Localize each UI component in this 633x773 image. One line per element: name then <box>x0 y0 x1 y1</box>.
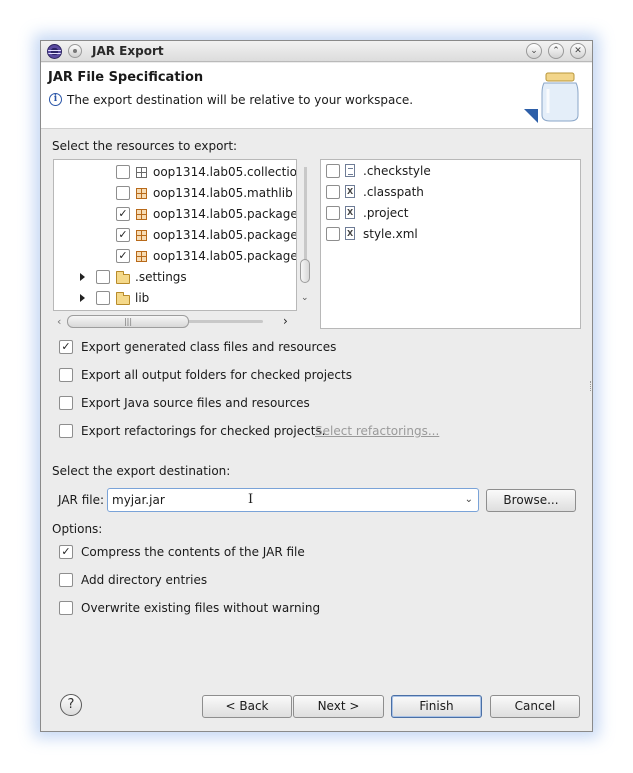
overwrite-label: Overwrite existing files without warning <box>81 601 321 615</box>
folder-icon <box>116 271 130 284</box>
maximize-button[interactable]: ⌃ <box>548 43 564 59</box>
package-icon <box>136 251 147 262</box>
eclipse-icon <box>47 44 62 59</box>
file-list-item[interactable]: .project <box>321 203 577 224</box>
tree-vertical-scroll-thumb[interactable] <box>300 259 310 283</box>
tree-item-label: oop1314.lab05.packages <box>153 228 297 242</box>
package-icon <box>136 167 147 178</box>
tree-item-checkbox[interactable]: ✓ <box>116 207 130 221</box>
tree-item[interactable]: lib <box>54 288 294 309</box>
wizard-header: JAR File Specification i The export dest… <box>41 63 592 129</box>
scroll-right-arrow-icon[interactable]: › <box>283 314 288 328</box>
tree-item[interactable]: oop1314.lab05.mathlib <box>54 183 294 204</box>
tree-item-checkbox[interactable] <box>96 291 110 305</box>
expand-arrow-icon[interactable] <box>80 273 85 281</box>
tree-item[interactable]: ✓ oop1314.lab05.packages <box>54 225 297 246</box>
tree-horizontal-scroll-thumb[interactable]: ||| <box>67 315 189 328</box>
file-label: .project <box>363 206 409 220</box>
next-button[interactable]: Next > <box>293 695 384 718</box>
text-cursor-icon: I <box>248 492 254 507</box>
tree-item[interactable]: ✓ oop1314.lab05.packages <box>54 204 297 225</box>
file-label: style.xml <box>363 227 418 241</box>
jar-banner-icon <box>524 72 579 123</box>
package-icon <box>136 230 147 241</box>
page-title: JAR File Specification <box>48 70 204 85</box>
tree-item-checkbox[interactable]: ✓ <box>116 249 130 263</box>
export-refactorings-checkbox[interactable] <box>59 424 73 438</box>
export-refactorings-label: Export refactorings for checked projects… <box>81 424 326 438</box>
package-icon <box>136 209 147 220</box>
back-button[interactable]: < Back <box>202 695 292 718</box>
file-checkbox[interactable] <box>326 185 340 199</box>
jar-export-dialog: JAR Export ⌄ ⌃ ✕ JAR File Specification … <box>40 40 593 732</box>
export-class-files-checkbox[interactable]: ✓ <box>59 340 73 354</box>
folder-icon <box>116 292 130 305</box>
export-class-files-label: Export generated class files and resourc… <box>81 340 337 354</box>
resource-file-list[interactable]: .checkstyle .classpath .project style.xm… <box>320 159 581 329</box>
directory-entries-label: Add directory entries <box>81 573 208 587</box>
jar-file-label: JAR file: <box>58 493 105 507</box>
scroll-left-arrow-icon[interactable]: ‹ <box>57 315 61 328</box>
compress-label: Compress the contents of the JAR file <box>81 545 305 559</box>
export-java-source-checkbox[interactable] <box>59 396 73 410</box>
directory-entries-checkbox[interactable] <box>59 573 73 587</box>
jar-file-combo[interactable]: myjar.jar I ⌄ <box>107 488 479 512</box>
file-label: .classpath <box>363 185 424 199</box>
expand-arrow-icon[interactable] <box>80 294 85 302</box>
tree-item-label: oop1314.lab05.packages <box>153 207 297 221</box>
tree-item-checkbox[interactable] <box>96 270 110 284</box>
export-output-folders-checkbox[interactable] <box>59 368 73 382</box>
file-checkbox[interactable] <box>326 227 340 241</box>
info-icon: i <box>49 93 62 106</box>
xml-file-icon <box>345 185 355 198</box>
file-checkbox[interactable] <box>326 206 340 220</box>
text-file-icon <box>345 164 355 177</box>
resources-label: Select the resources to export: <box>52 139 238 153</box>
tree-item-checkbox[interactable] <box>116 165 130 179</box>
file-checkbox[interactable] <box>326 164 340 178</box>
tree-item-label: .settings <box>135 270 187 284</box>
tree-item-checkbox[interactable] <box>116 186 130 200</box>
tree-item-label: oop1314.lab05.packages <box>153 249 297 263</box>
title-bar: JAR Export ⌄ ⌃ ✕ <box>41 41 592 62</box>
resize-grip[interactable] <box>590 381 593 391</box>
destination-label: Select the export destination: <box>52 464 231 478</box>
export-java-source-label: Export Java source files and resources <box>81 396 310 410</box>
compress-checkbox[interactable]: ✓ <box>59 545 73 559</box>
resource-tree[interactable]: oop1314.lab05.collection oop1314.lab05.m… <box>53 159 297 311</box>
cancel-button[interactable]: Cancel <box>490 695 580 718</box>
window-menu-button[interactable] <box>68 44 82 58</box>
file-label: .checkstyle <box>363 164 431 178</box>
browse-button[interactable]: Browse... <box>486 489 576 512</box>
chevron-down-icon[interactable]: ⌄ <box>465 494 473 505</box>
tree-item[interactable]: .settings <box>54 267 294 288</box>
file-list-item[interactable]: style.xml <box>321 224 577 245</box>
package-icon <box>136 188 147 199</box>
close-button[interactable]: ✕ <box>570 43 586 59</box>
page-description: The export destination will be relative … <box>67 93 414 107</box>
export-output-folders-label: Export all output folders for checked pr… <box>81 368 352 382</box>
select-refactorings-link[interactable]: Select refactorings... <box>315 424 439 438</box>
overwrite-checkbox[interactable] <box>59 601 73 615</box>
jar-file-value: myjar.jar <box>112 493 165 507</box>
tree-item[interactable]: ✓ oop1314.lab05.packages <box>54 246 297 267</box>
file-list-item[interactable]: .checkstyle <box>321 161 577 182</box>
tree-item-checkbox[interactable]: ✓ <box>116 228 130 242</box>
xml-file-icon <box>345 227 355 240</box>
help-button[interactable]: ? <box>60 694 82 716</box>
options-label: Options: <box>52 522 103 536</box>
tree-item[interactable]: oop1314.lab05.collection <box>54 162 297 183</box>
file-list-item[interactable]: .classpath <box>321 182 577 203</box>
finish-button[interactable]: Finish <box>391 695 482 718</box>
window-title: JAR Export <box>92 44 164 58</box>
minimize-button[interactable]: ⌄ <box>526 43 542 59</box>
tree-item-label: oop1314.lab05.mathlib <box>153 186 293 200</box>
tree-item-label: lib <box>135 291 150 305</box>
tree-item-label: oop1314.lab05.collection <box>153 165 297 179</box>
xml-file-icon <box>345 206 355 219</box>
scroll-down-arrow-icon[interactable]: ⌄ <box>301 293 309 303</box>
